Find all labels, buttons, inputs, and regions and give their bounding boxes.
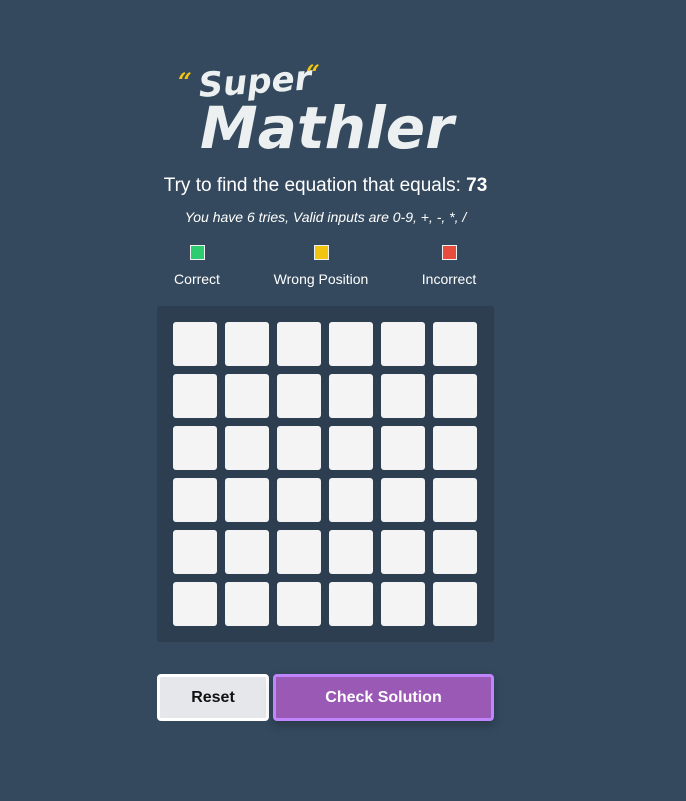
board-cell[interactable] [381,322,425,366]
board-cell[interactable] [381,426,425,470]
board-cell[interactable] [225,374,269,418]
legend-incorrect: Incorrect [389,245,509,287]
board-cell[interactable] [173,530,217,574]
board-cell[interactable] [433,530,477,574]
board-cell[interactable] [329,374,373,418]
input-hint: You have 6 tries, Valid inputs are 0-9, … [184,209,467,225]
board-cell[interactable] [225,582,269,626]
reset-button[interactable]: Reset [157,674,269,721]
legend-correct: Correct [137,245,257,287]
board-cell[interactable] [277,374,321,418]
check-solution-button[interactable]: Check Solution [273,674,494,721]
logo-mathler-text: Mathler [200,94,454,162]
board-cell[interactable] [329,426,373,470]
legend-label-correct: Correct [174,271,220,287]
board-cell[interactable] [173,582,217,626]
color-legend: Correct Wrong Position Incorrect [157,245,494,295]
board-cell[interactable] [225,478,269,522]
board-cell[interactable] [381,530,425,574]
logo-close-quote: “ [306,59,320,88]
game-board [157,306,494,642]
legend-swatch-wrong-position [313,245,329,260]
board-cell[interactable] [173,322,217,366]
board-cell[interactable] [381,374,425,418]
target-number: 73 [466,175,488,196]
board-cell[interactable] [173,478,217,522]
board-cell[interactable] [225,530,269,574]
logo: “ Super “ Mathler [176,58,456,164]
board-cell[interactable] [173,426,217,470]
board-cell[interactable] [277,530,321,574]
board-cell[interactable] [277,426,321,470]
legend-wrong-position: Wrong Position [261,245,381,287]
legend-swatch-correct [189,245,205,260]
board-cell[interactable] [329,322,373,366]
board-cell[interactable] [277,322,321,366]
legend-label-incorrect: Incorrect [421,271,477,287]
board-cell[interactable] [433,374,477,418]
target-instruction: Try to find the equation that equals: 73 [0,175,651,197]
board-cell[interactable] [381,478,425,522]
board-cell[interactable] [277,478,321,522]
target-prompt: Try to find the equation that equals: [163,175,467,196]
board-cell[interactable] [433,582,477,626]
board-cell[interactable] [329,582,373,626]
board-cell[interactable] [433,426,477,470]
board-cell[interactable] [225,322,269,366]
board-cell[interactable] [277,582,321,626]
board-cell[interactable] [329,478,373,522]
legend-label-wrong-position: Wrong Position [273,271,369,287]
board-cell[interactable] [225,426,269,470]
board-cell[interactable] [381,582,425,626]
logo-open-quote: “ [178,67,192,96]
board-cell[interactable] [433,478,477,522]
board-cell[interactable] [173,374,217,418]
legend-swatch-incorrect [441,245,457,260]
board-cell[interactable] [329,530,373,574]
board-cell[interactable] [433,322,477,366]
